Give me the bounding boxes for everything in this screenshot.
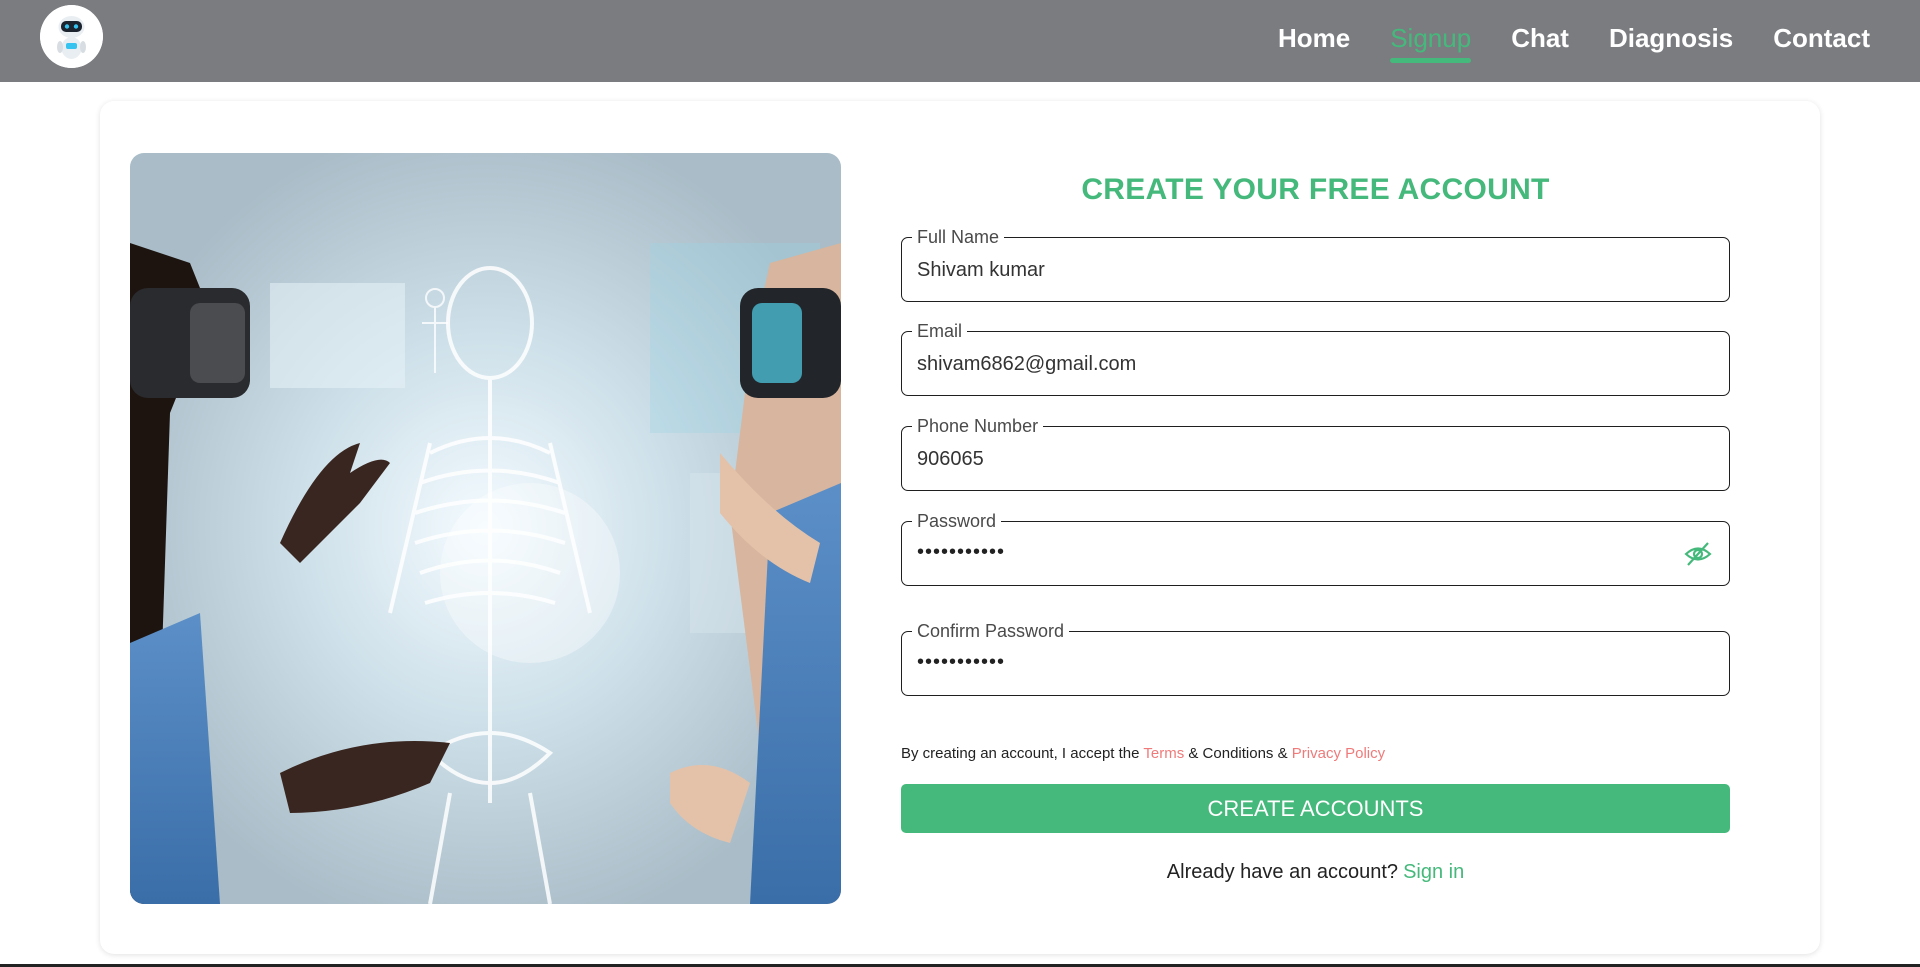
confirm-password-field[interactable]: Confirm Password ••••••••••• bbox=[901, 620, 1730, 696]
terms-link[interactable]: Terms bbox=[1143, 745, 1184, 762]
full-name-label: Full Name bbox=[912, 226, 1005, 248]
confirm-password-value[interactable]: ••••••••••• bbox=[917, 649, 1005, 675]
phone-number-label: Phone Number bbox=[912, 415, 1044, 437]
terms-prefix: By creating an account, I accept the bbox=[901, 745, 1144, 762]
form-title: CREATE YOUR FREE ACCOUNT bbox=[1081, 173, 1550, 206]
phone-number-value[interactable]: 906065 bbox=[917, 446, 984, 472]
password-label: Password bbox=[912, 510, 1002, 532]
password-field[interactable]: Password ••••••••••• bbox=[901, 510, 1730, 586]
create-account-button[interactable]: CREATE ACCOUNTS bbox=[901, 784, 1730, 833]
terms-text: By creating an account, I accept the Ter… bbox=[901, 745, 1385, 762]
terms-middle: & Conditions & bbox=[1184, 745, 1292, 762]
nav-menu: Home Signup Chat Diagnosis Contact bbox=[1278, 0, 1870, 78]
nav-home[interactable]: Home bbox=[1278, 25, 1350, 53]
phone-number-field[interactable]: Phone Number 906065 bbox=[901, 415, 1730, 491]
nav-signup[interactable]: Signup bbox=[1390, 25, 1471, 63]
password-value[interactable]: ••••••••••• bbox=[917, 539, 1005, 565]
signin-link[interactable]: Sign in bbox=[1403, 861, 1464, 883]
navbar: Home Signup Chat Diagnosis Contact bbox=[0, 0, 1920, 82]
signin-row: Already have an account? Sign in bbox=[901, 861, 1730, 884]
email-value[interactable]: shivam6862@gmail.com bbox=[917, 351, 1136, 377]
eye-off-icon[interactable] bbox=[1683, 540, 1713, 568]
robot-avatar-icon[interactable] bbox=[40, 5, 103, 68]
nav-contact[interactable]: Contact bbox=[1773, 25, 1870, 53]
skeleton-hologram-image bbox=[130, 153, 841, 904]
full-name-value[interactable]: Shivam kumar bbox=[917, 257, 1045, 283]
signin-prompt: Already have an account? bbox=[1166, 861, 1399, 883]
email-label: Email bbox=[912, 320, 968, 342]
full-name-field[interactable]: Full Name Shivam kumar bbox=[901, 226, 1730, 302]
nav-chat[interactable]: Chat bbox=[1511, 25, 1569, 53]
nav-diagnosis[interactable]: Diagnosis bbox=[1609, 25, 1733, 53]
email-field[interactable]: Email shivam6862@gmail.com bbox=[901, 320, 1730, 396]
privacy-policy-link[interactable]: Privacy Policy bbox=[1292, 745, 1385, 762]
confirm-password-label: Confirm Password bbox=[912, 620, 1070, 642]
